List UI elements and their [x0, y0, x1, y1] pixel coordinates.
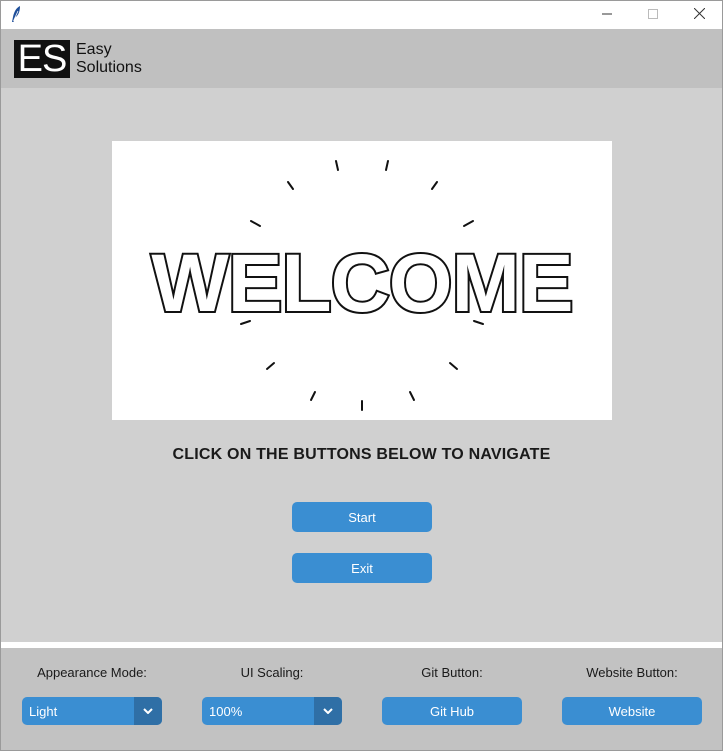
close-button[interactable]	[676, 1, 722, 29]
app-window: ES Easy Solutions WELCOME CLICK ON THE B…	[0, 0, 723, 751]
logo-line-1: Easy	[76, 41, 112, 58]
close-icon	[693, 6, 705, 24]
website-button-label: Website Button:	[586, 665, 678, 680]
logo-text: Easy Solutions	[76, 41, 142, 77]
start-button[interactable]: Start	[292, 502, 432, 532]
welcome-text: WELCOME	[151, 238, 572, 329]
website-button[interactable]: Website	[562, 697, 702, 725]
settings-footer: Appearance Mode: UI Scaling: Git Button:…	[1, 648, 722, 750]
chevron-down-icon[interactable]	[314, 697, 342, 725]
appearance-mode-label: Appearance Mode:	[37, 665, 147, 680]
maximize-button[interactable]	[630, 1, 676, 29]
github-button[interactable]: Git Hub	[382, 697, 522, 725]
appearance-mode-dropdown[interactable]: Light	[22, 697, 162, 725]
chevron-down-icon[interactable]	[134, 697, 162, 725]
appearance-mode-value: Light	[29, 704, 58, 719]
exit-button[interactable]: Exit	[292, 553, 432, 583]
navigation-caption: CLICK ON THE BUTTONS BELOW TO NAVIGATE	[172, 446, 551, 463]
logo-mark: ES	[14, 40, 70, 78]
header-bar: ES Easy Solutions	[1, 29, 722, 88]
ui-scaling-dropdown[interactable]: 100%	[202, 697, 342, 725]
maximize-icon	[648, 6, 658, 24]
title-bar	[1, 1, 722, 29]
logo-line-2: Solutions	[76, 59, 142, 76]
feather-icon	[9, 5, 25, 23]
minimize-icon	[602, 6, 612, 24]
welcome-image: WELCOME	[112, 141, 612, 420]
git-button-label: Git Button:	[421, 665, 483, 680]
company-logo: ES Easy Solutions	[14, 40, 142, 78]
minimize-button[interactable]	[584, 1, 630, 29]
ui-scaling-value: 100%	[209, 704, 243, 719]
ui-scaling-label: UI Scaling:	[240, 665, 304, 680]
